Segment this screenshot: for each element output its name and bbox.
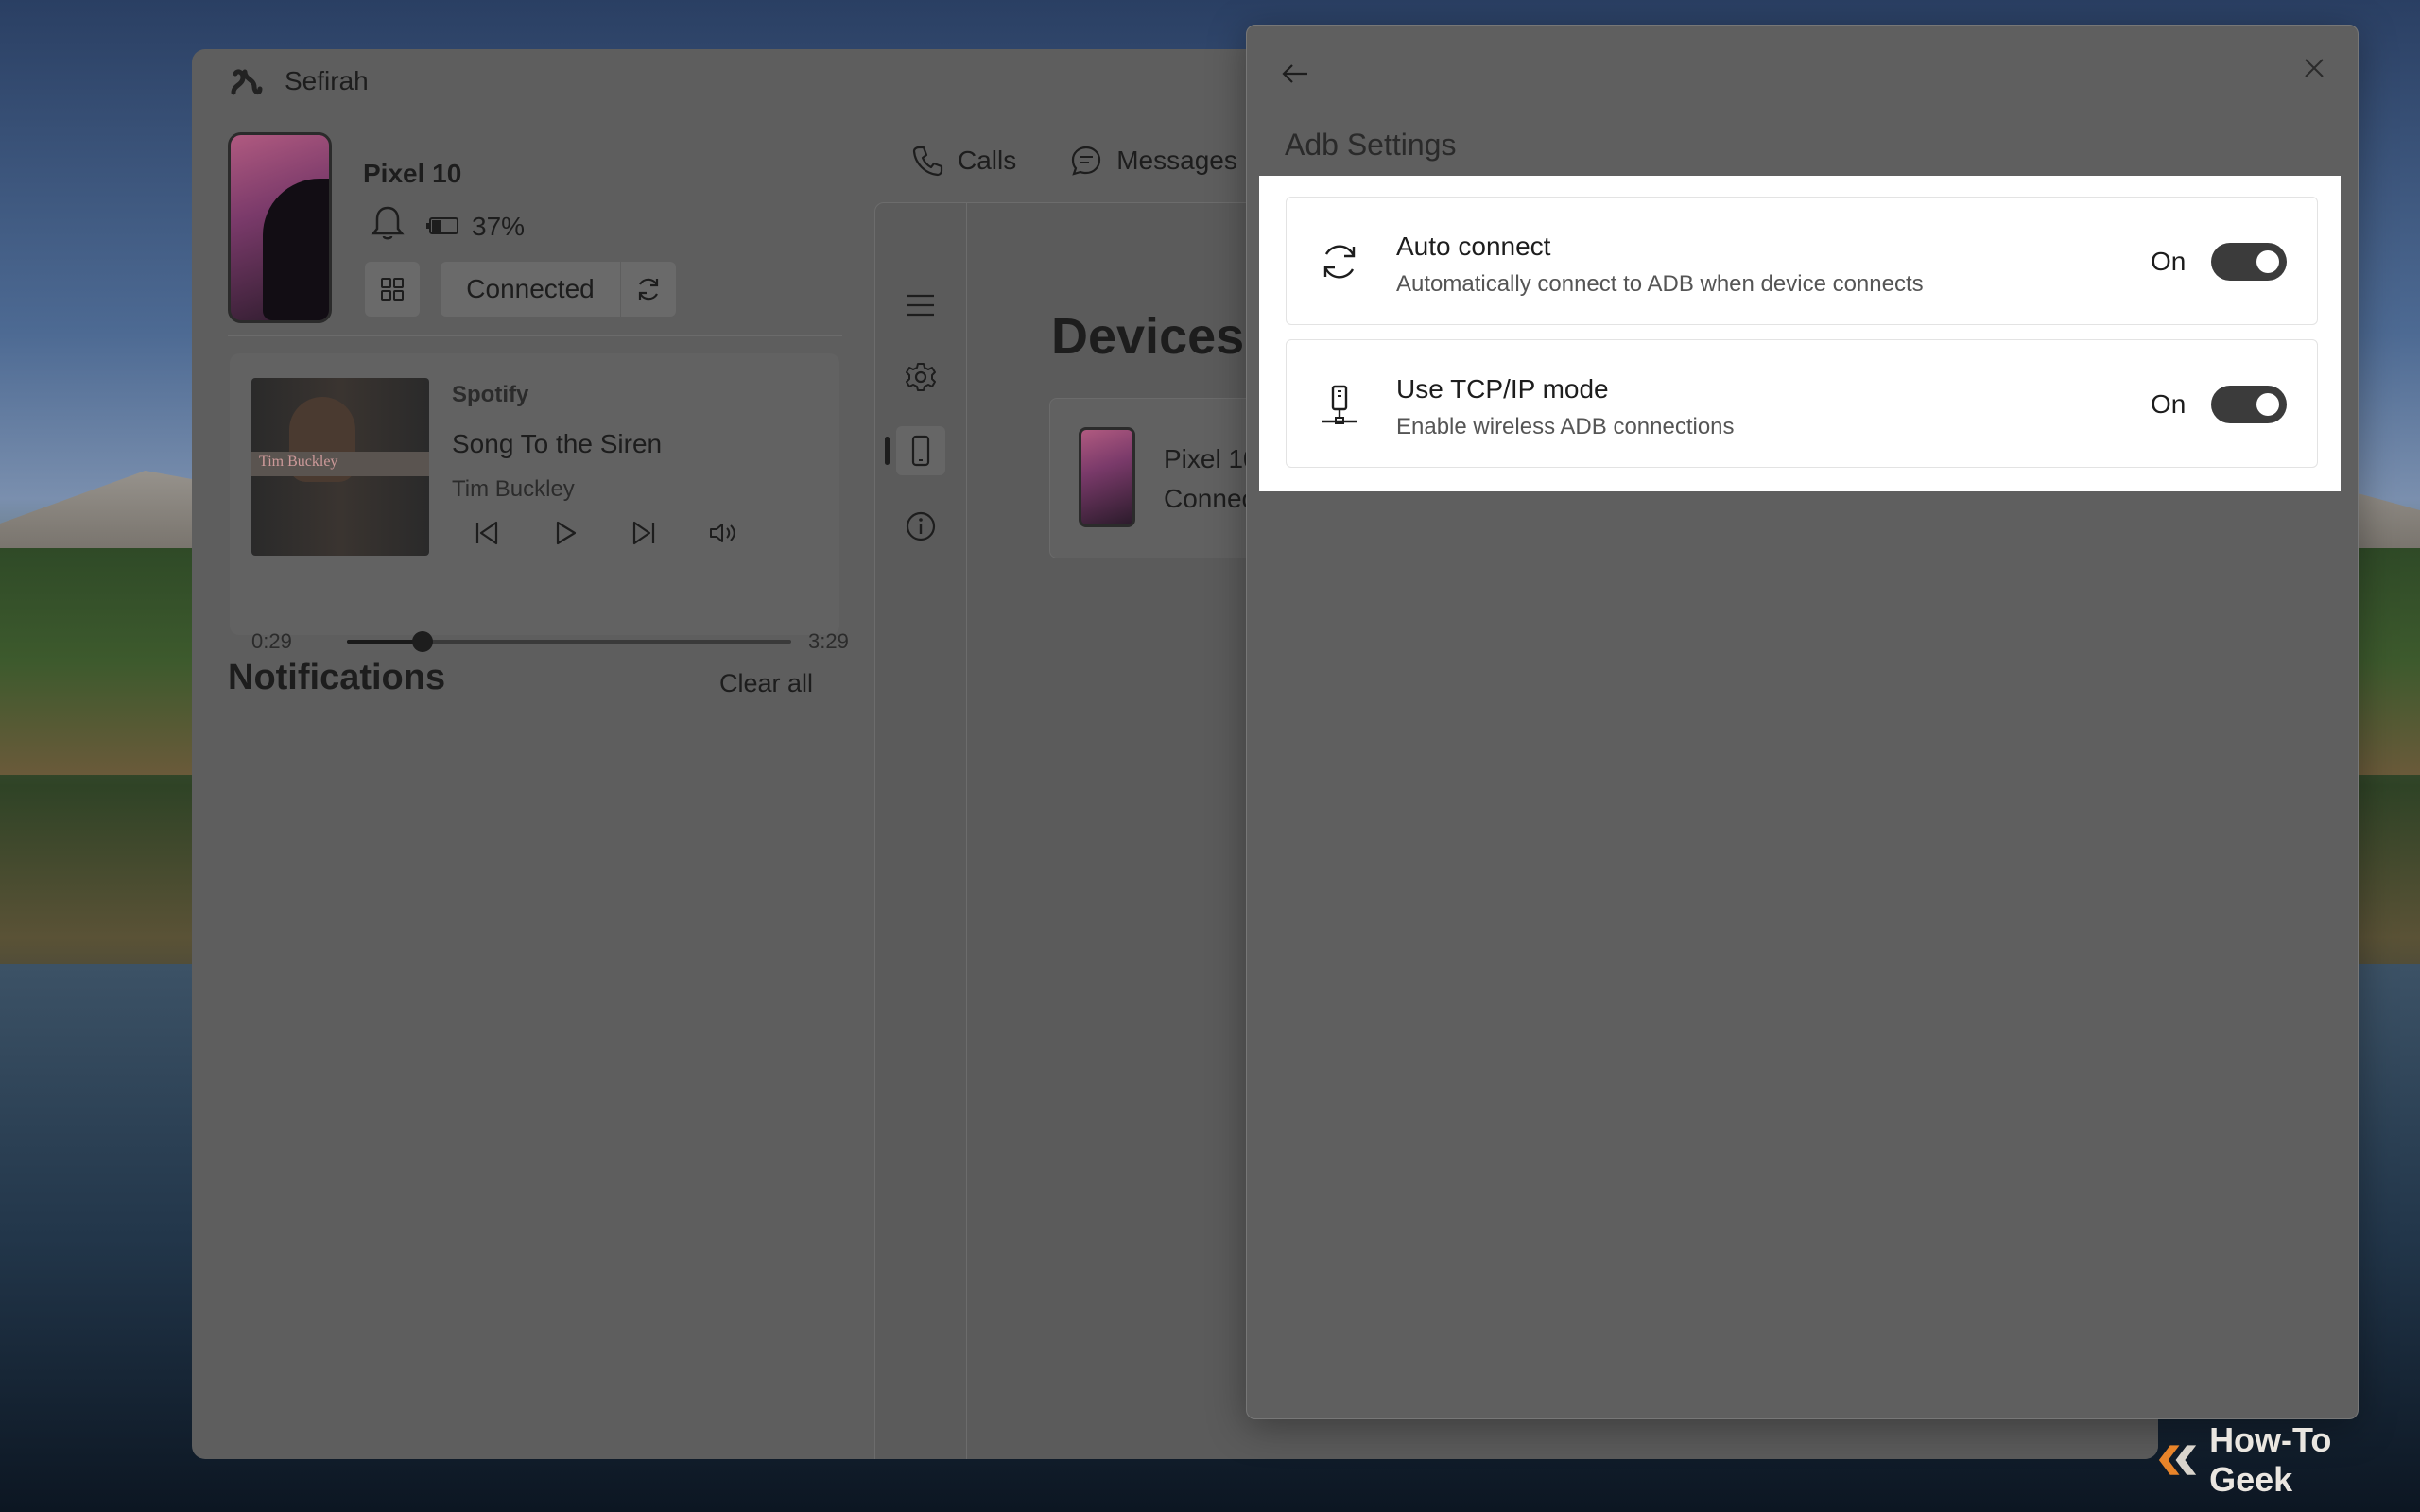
skip-forward-icon — [632, 521, 655, 545]
rail-devices[interactable] — [896, 426, 945, 475]
setting-title: Use TCP/IP mode — [1396, 374, 1609, 404]
notifications-heading: Notifications — [228, 658, 446, 697]
setting-description: Enable wireless ADB connections — [1396, 414, 1735, 439]
time-elapsed: 0:29 — [251, 629, 292, 653]
tab-calls-label: Calls — [958, 146, 1017, 175]
nav-tabs: Calls Messages — [910, 132, 1237, 189]
skip-back-icon — [475, 521, 498, 545]
apps-grid-button[interactable] — [365, 262, 420, 317]
grid-icon — [381, 278, 404, 301]
app-title: Sefirah — [285, 66, 369, 95]
wired-network-icon — [1317, 382, 1362, 427]
volume-icon — [710, 524, 735, 542]
refresh-icon — [638, 278, 659, 301]
setting-title: Auto connect — [1396, 232, 1551, 261]
setting-auto-connect: Auto connect Automatically connect to AD… — [1286, 197, 2318, 325]
toggle-state-label: On — [2151, 247, 2187, 276]
rail-active-indicator — [885, 437, 890, 465]
clear-all-button[interactable]: Clear all — [719, 669, 813, 698]
phone-device-icon — [911, 435, 930, 467]
refresh-button[interactable] — [621, 262, 676, 317]
connection-status-button[interactable]: Connected — [441, 262, 620, 317]
phone-icon — [912, 146, 943, 177]
hamburger-icon — [908, 294, 934, 317]
info-icon — [906, 511, 936, 541]
arrow-left-icon — [1282, 64, 1307, 83]
play-button[interactable] — [546, 514, 584, 552]
chat-icon — [1072, 146, 1101, 176]
side-rail — [875, 203, 967, 1459]
seek-bar[interactable] — [347, 631, 791, 652]
time-total: 3:29 — [808, 629, 849, 653]
device-name: Pixel 10 — [363, 159, 462, 188]
tab-messages[interactable]: Messages — [1069, 132, 1237, 189]
tab-calls[interactable]: Calls — [910, 132, 1016, 189]
media-player-card: Tim Buckley Spotify Song To the Siren Ti… — [230, 353, 849, 653]
media-source: Spotify — [452, 382, 529, 407]
device-card-status: Connec — [1164, 484, 1255, 513]
play-icon — [556, 521, 577, 545]
sync-icon — [1317, 239, 1362, 284]
toggle-state-label: On — [2151, 389, 2187, 419]
volume-button[interactable] — [704, 514, 742, 552]
close-button[interactable] — [2292, 46, 2336, 90]
seek-bar-thumb[interactable] — [411, 631, 433, 652]
setting-description: Automatically connect to ADB when device… — [1396, 271, 1924, 297]
sefirah-logo-icon — [231, 69, 263, 95]
back-button[interactable] — [1275, 54, 1315, 94]
battery-percentage: 37% — [472, 212, 526, 241]
album-art: Tim Buckley — [251, 378, 429, 556]
watermark-text: How-To Geek — [2209, 1420, 2332, 1499]
tcp-ip-toggle[interactable] — [2211, 386, 2287, 423]
rail-about[interactable] — [896, 502, 945, 551]
device-card-image — [1079, 427, 1135, 527]
divider — [228, 335, 842, 336]
song-artist: Tim Buckley — [452, 476, 575, 502]
how-to-geek-logo-icon — [2158, 1445, 2197, 1475]
rail-settings[interactable] — [896, 352, 945, 402]
dialog-title: Adb Settings — [1285, 128, 1457, 162]
auto-connect-toggle[interactable] — [2211, 243, 2287, 281]
next-track-button[interactable] — [625, 514, 663, 552]
device-card-name: Pixel 10 — [1164, 444, 1258, 473]
device-phone-image — [228, 132, 332, 323]
previous-track-button[interactable] — [468, 514, 506, 552]
close-icon — [2305, 59, 2324, 77]
tab-messages-label: Messages — [1116, 146, 1237, 175]
gear-icon — [906, 363, 936, 391]
song-title: Song To the Siren — [452, 429, 663, 458]
setting-tcp-ip-mode: Use TCP/IP mode Enable wireless ADB conn… — [1286, 339, 2318, 468]
devices-heading: Devices — [1051, 308, 1245, 365]
bell-icon[interactable] — [370, 204, 406, 242]
watermark: How-To Geek — [2155, 1420, 2420, 1499]
battery-icon — [426, 217, 458, 234]
menu-button[interactable] — [896, 281, 945, 330]
